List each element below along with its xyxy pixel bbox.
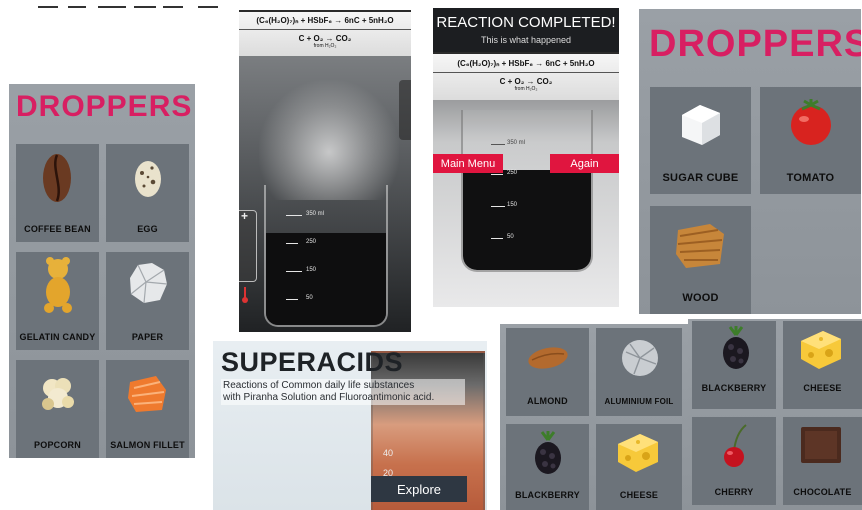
item-label: SUGAR CUBE [662,172,739,184]
item-label: WOOD [682,292,719,304]
item-sugar-cube[interactable]: SUGAR CUBE [650,87,751,194]
equation-2: C + O₂ → CO₂ from H₂O₂ [433,77,619,92]
item-coffee-bean[interactable]: COFFEE BEAN [16,144,99,242]
droppers-screen-4: BLACKBERRY CHEESE CHERRY CHOCOLATE [688,319,862,510]
description-line-1: Reactions of Common daily life substance… [223,380,415,391]
item-blackberry[interactable]: BLACKBERRY [506,424,589,510]
droppers-screen-2: DROPPERS SUGAR CUBE TOMATO WOOD [639,9,861,314]
beaker-mark-350: 350 ml [507,140,526,146]
item-paper[interactable]: PAPER [106,252,189,350]
beaker-mark-40: 40 [383,448,394,458]
superacids-title: SUPERACIDS [221,347,404,377]
beaker-mark-150: 150 [306,267,317,273]
item-label: CHOCOLATE [793,487,852,497]
beaker-mark-250: 250 [306,239,317,245]
beaker-liquid [463,170,591,270]
beaker-mark-50: 50 [306,295,313,301]
droppers-title: DROPPERS [649,23,861,65]
equation-bar: (C₆(H₂O)₇)ₙ + HSbF₆ → 6nC + 5nH₂O C + O₂… [239,10,411,56]
tomato-icon [791,99,831,145]
aluminium-foil-icon [622,340,658,376]
item-label: GELATIN CANDY [19,332,96,342]
droppers-screen-1: DROPPERS COFFEE BEAN EGG GELATIN CANDY P… [9,84,195,458]
item-salmon-fillet[interactable]: SALMON FILLET [106,360,189,458]
item-gelatin-candy[interactable]: GELATIN CANDY [16,252,99,350]
item-aluminium-foil[interactable]: ALUMINIUM FOIL [596,328,682,416]
top-artifact [38,0,228,14]
beaker: 350 ml 250 150 50 [264,185,388,327]
reaction-completed-screen: REACTION COMPLETED! This is what happene… [433,8,619,307]
egg-icon [135,161,161,197]
item-label: TOMATO [786,172,835,184]
item-egg[interactable]: EGG [106,144,189,242]
droppers-screen-3: ALMOND ALUMINIUM FOIL BLACKBERRY CHEESE [500,324,688,510]
explore-button[interactable]: Explore [371,476,467,502]
beaker-mark-150: 150 [507,202,518,208]
item-label: PAPER [131,332,164,342]
right-handle[interactable] [399,80,411,140]
completed-subtitle: This is what happened [480,35,572,45]
item-almond[interactable]: ALMOND [506,328,589,416]
superacids-description: Reactions of Common daily life substance… [221,379,465,405]
item-tomato[interactable]: TOMATO [760,87,861,194]
equation-1: (C₆(H₂O)₇)ₙ + HSbF₆ → 6nC + 5nH₂O [457,59,595,68]
item-cheese[interactable]: CHEESE [783,321,862,409]
item-popcorn[interactable]: POPCORN [16,360,99,458]
description-line-2: with Piranha Solution and Fluoroantimoni… [223,392,435,403]
droppers-title: DROPPERS [16,90,193,123]
crumpled-paper-icon [130,263,168,304]
item-wood[interactable]: WOOD [650,206,751,314]
completed-title: REACTION COMPLETED! [436,14,616,31]
gummy-bear-icon [44,257,72,313]
item-label: POPCORN [34,440,81,450]
beaker-mark-250: 250 [507,170,518,176]
item-cheese[interactable]: CHEESE [596,424,682,510]
beaker-mark-350: 350 ml [306,211,325,217]
sugar-cube-icon [682,105,720,145]
main-menu-button[interactable]: Main Menu [433,154,503,173]
item-label: CHEESE [803,383,842,393]
cheese-icon [801,331,841,369]
almond-icon [528,347,568,369]
cheese-icon [618,434,658,472]
beaker-liquid [266,233,386,325]
item-label: SALMON FILLET [110,440,185,450]
reaction-live-screen: (C₆(H₂O)₇)ₙ + HSbF₆ → 6nC + 5nH₂O C + O₂… [239,10,411,332]
item-label: EGG [137,224,158,234]
item-label: BLACKBERRY [701,383,767,393]
item-label: ALMOND [527,396,568,406]
cherry-icon [724,424,747,467]
item-label: CHERRY [714,487,754,497]
beaker: 350 ml 250 150 50 [461,110,593,272]
chocolate-icon [801,427,841,463]
item-cherry[interactable]: CHERRY [692,417,776,505]
item-label: BLACKBERRY [515,490,580,500]
salmon-icon [128,376,166,412]
thermometer-icon [242,287,248,303]
smoke-effect [259,80,399,200]
again-button[interactable]: Again [550,154,619,173]
coffee-bean-icon [43,154,71,202]
completed-header: REACTION COMPLETED! This is what happene… [433,8,619,52]
item-chocolate[interactable]: CHOCOLATE [783,417,862,505]
blackberry-icon [723,326,749,369]
item-label: ALUMINIUM FOIL [604,397,674,406]
equation-2: C + O₂ → CO₂ from H₂O₂ [239,34,411,49]
superacids-screen: 40 20 SUPERACIDS Reactions of Common dai… [213,341,487,510]
side-control[interactable]: + [239,209,257,282]
equation-2-sub: from H₂O₂ [514,86,538,92]
item-blackberry[interactable]: BLACKBERRY [692,321,776,409]
beaker-mark-50: 50 [507,234,514,240]
item-label: CHEESE [619,490,659,500]
blackberry-icon [535,431,561,474]
plus-button[interactable]: + [241,209,248,223]
popcorn-icon [42,378,74,410]
equation-bar: (C₆(H₂O)₇)ₙ + HSbF₆ → 6nC + 5nH₂O C + O₂… [433,52,619,100]
wood-icon [676,224,724,268]
equation-2-sub: from H₂O₂ [313,43,337,49]
equation-1: (C₆(H₂O)₇)ₙ + HSbF₆ → 6nC + 5nH₂O [256,16,394,25]
item-label: COFFEE BEAN [24,224,91,234]
